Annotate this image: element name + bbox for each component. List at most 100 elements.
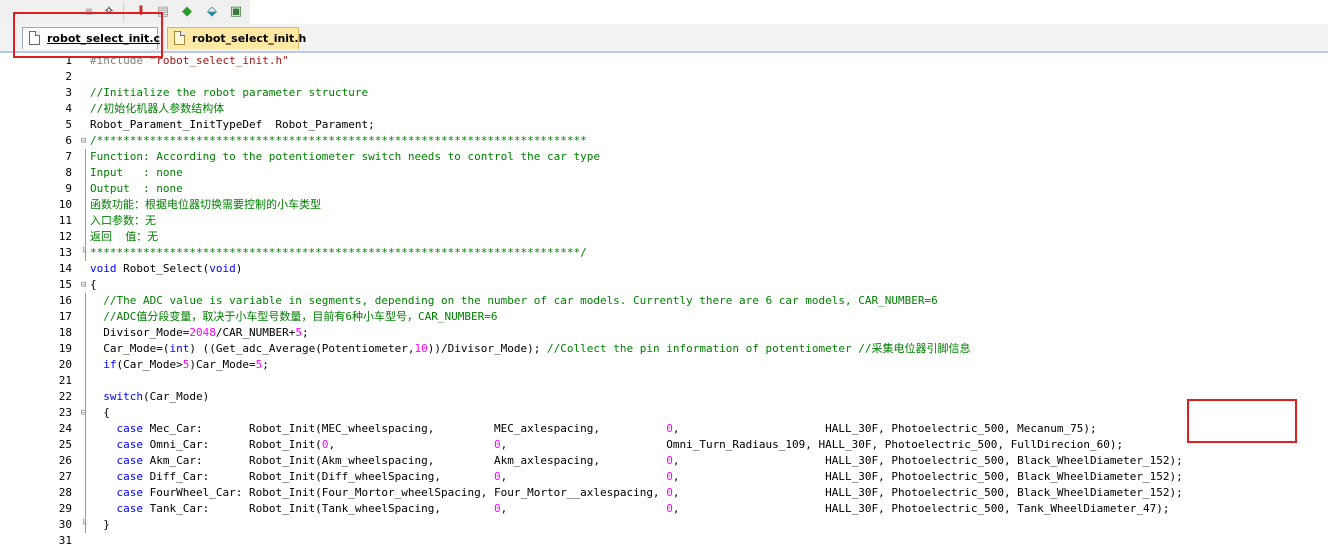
code-text: Robot_Parament_InitTypeDef Robot_Paramen… [90, 117, 375, 133]
code-line[interactable]: 9 Output : none [0, 181, 1328, 197]
code-line[interactable]: 2 [0, 69, 1328, 85]
build-icon[interactable]: ▣ [227, 3, 245, 21]
code-line[interactable]: 4 //初始化机器人参数结构体 [0, 101, 1328, 117]
line-number: 21 [58, 374, 72, 387]
code-line[interactable]: 17 //ADC值分段变量，取决于小车型号数量，目前有6种小车型号，CAR_NU… [0, 309, 1328, 325]
code-line[interactable]: 25 case Omni_Car: Robot_Init(0, 0, Omni_… [0, 437, 1328, 453]
code-token: void [209, 262, 236, 275]
code-text: { [90, 405, 110, 421]
code-token: case [116, 486, 144, 499]
code-line[interactable]: 23 ⊟ { [0, 405, 1328, 421]
code-token: Diff_Car: Robot_Init(Diff_wheelSpacing, [143, 470, 494, 483]
code-line[interactable]: 15 ⊟{ [0, 277, 1328, 293]
code-line[interactable]: 20 if(Car_Mode>5)Car_Mode=5; [0, 357, 1328, 373]
code-line[interactable]: 28 case FourWheel_Car: Robot_Init(Four_M… [0, 485, 1328, 501]
code-token: , [328, 438, 495, 451]
code-line[interactable]: 13 └ *************************************… [0, 245, 1328, 261]
code-line[interactable]: 27 case Diff_Car: Robot_Init(Diff_wheelS… [0, 469, 1328, 485]
code-text: case Omni_Car: Robot_Init(0, 0, Omni_Tur… [90, 437, 1124, 453]
code-text: Car_Mode=(int) ((Get_adc_Average(Potenti… [90, 341, 970, 357]
line-number: 15 [58, 278, 72, 291]
code-token: 2048 [189, 326, 216, 339]
code-line[interactable]: 12 返回 值：无 [0, 229, 1328, 245]
line-number: 2 [65, 70, 72, 83]
line-number: 11 [58, 214, 72, 227]
code-line[interactable]: 19 Car_Mode=(int) ((Get_adc_Average(Pote… [0, 341, 1328, 357]
code-token: case [116, 438, 144, 451]
code-token: case [116, 454, 144, 467]
code-line[interactable]: 14 void Robot_Select(void) [0, 261, 1328, 277]
code-token: 0 [666, 422, 673, 435]
code-line[interactable]: 5 Robot_Parament_InitTypeDef Robot_Parame… [0, 117, 1328, 133]
code-line[interactable]: 6 ⊟/*************************************… [0, 133, 1328, 149]
code-token: { [90, 406, 110, 419]
code-line[interactable]: 7 Function: According to the potentiomete… [0, 149, 1328, 165]
code-text: { [90, 277, 97, 293]
code-token: 5 [295, 326, 302, 339]
line-number: 25 [58, 438, 72, 451]
code-line[interactable]: 8 Input : none [0, 165, 1328, 181]
code-editor[interactable]: 1 #include "robot_select_init.h" 2 3//Initi… [0, 53, 1328, 553]
tab-robot-select-init-h[interactable]: robot_select_init.h [167, 27, 306, 49]
code-text: } [90, 517, 110, 533]
code-token: ) ((Get_adc_Average(Potentiometer, [189, 342, 415, 355]
code-token: /CAR_NUMBER+ [215, 326, 296, 339]
code-token: , HALL_30F, Photoelectric_500, Black_Whe… [672, 470, 1183, 483]
code-text: 返回 值：无 [90, 229, 158, 245]
code-token: (Car_Mode) [143, 390, 210, 403]
code-line[interactable]: 11 入口参数：无 [0, 213, 1328, 229]
code-token: //ADC值分段变量，取决于小车型号数量，目前有6种小车型号，CAR_NUMBE… [103, 310, 498, 323]
code-token: ; [262, 358, 269, 371]
code-token: 0 [494, 438, 501, 451]
line-number: 6 [65, 134, 72, 147]
line-number: 5 [65, 118, 72, 131]
code-line[interactable]: 30 └ } [0, 517, 1328, 533]
code-text: /***************************************… [90, 133, 587, 149]
code-line[interactable]: 29 case Tank_Car: Robot_Init(Tank_wheelS… [0, 501, 1328, 517]
line-number: 14 [58, 262, 72, 275]
code-token: , HALL_30F, Photoelectric_500, Tank_Whee… [672, 502, 1170, 515]
code-line[interactable]: 31 [0, 533, 1328, 549]
fold-guide [85, 293, 86, 533]
code-line[interactable]: 10 函数功能：根据电位器切换需要控制的小车类型 [0, 197, 1328, 213]
code-token: 10 [414, 342, 428, 355]
line-number: 7 [65, 150, 72, 163]
fold-toggle-icon[interactable]: ⊟ [81, 133, 90, 149]
h-file-icon [174, 31, 185, 45]
code-line[interactable]: 18 Divisor_Mode=2048/CAR_NUMBER+5; [0, 325, 1328, 341]
code-line[interactable]: 21 [0, 373, 1328, 389]
code-line[interactable]: 24 case Mec_Car: Robot_Init(MEC_wheelspa… [0, 421, 1328, 437]
target-icon[interactable]: ◆ [178, 3, 196, 21]
code-token: if [103, 358, 117, 371]
code-line[interactable]: 22 switch(Car_Mode) [0, 389, 1328, 405]
line-number: 8 [65, 166, 72, 179]
line-number: 22 [58, 390, 72, 403]
code-text: 入口参数：无 [90, 213, 156, 229]
fold-toggle-icon[interactable]: ⊟ [81, 277, 90, 293]
code-token: , HALL_30F, Photoelectric_500, Black_Whe… [672, 486, 1183, 499]
code-text: Output : none [90, 181, 183, 197]
code-token: 0 [666, 470, 673, 483]
code-token: case [116, 470, 144, 483]
code-token: ))/Divisor_Mode); [427, 342, 547, 355]
insert-icon[interactable]: ⬙ [203, 3, 221, 21]
line-number: 28 [58, 486, 72, 499]
code-line[interactable]: 26 case Akm_Car: Robot_Init(Akm_wheelspa… [0, 453, 1328, 469]
tab-highlight-box [13, 12, 163, 58]
code-token: Output : none [90, 182, 183, 195]
code-text: if(Car_Mode>5)Car_Mode=5; [90, 357, 269, 373]
code-line[interactable]: 3 //Initialize the robot parameter struct… [0, 85, 1328, 101]
line-number: 9 [65, 182, 72, 195]
code-line[interactable]: 1 #include "robot_select_init.h" [0, 53, 1328, 69]
code-line[interactable]: 16 //The ADC value is variable in segmen… [0, 293, 1328, 309]
code-text: case FourWheel_Car: Robot_Init(Four_Mort… [90, 485, 1183, 501]
code-token: Omni_Car: Robot_Init( [143, 438, 322, 451]
code-token: , HALL_30F, Photoelectric_500, Mecanum_7… [672, 422, 1097, 435]
code-text: void Robot_Select(void) [90, 261, 242, 277]
tab-strip: robot_select_init.c robot_select_init.h [0, 24, 1328, 53]
code-token: //Initialize the robot parameter structu… [90, 86, 369, 99]
